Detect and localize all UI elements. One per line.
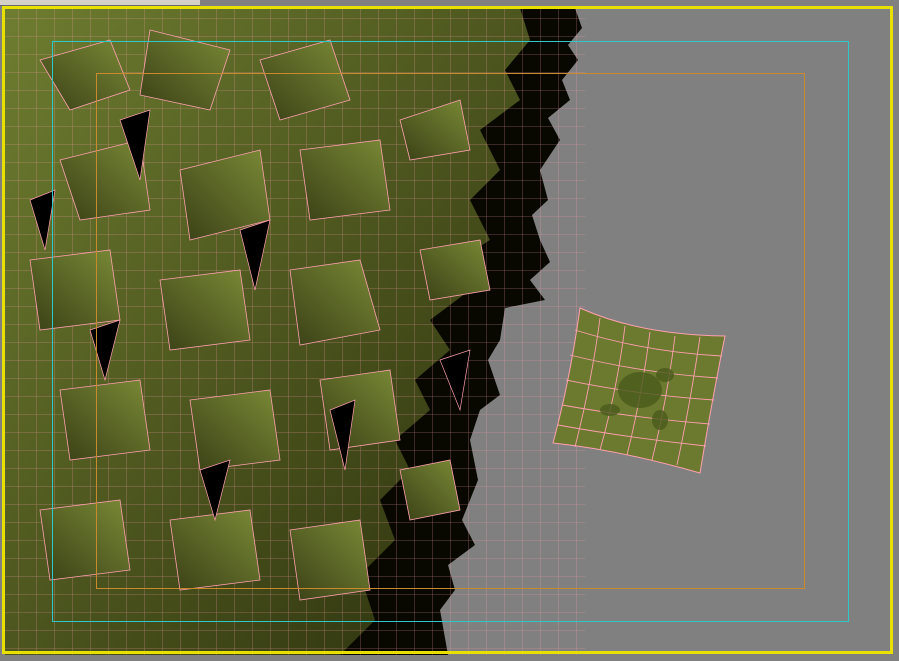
foliage-scene[interactable] bbox=[0, 0, 899, 661]
3d-viewport[interactable] bbox=[0, 0, 899, 661]
